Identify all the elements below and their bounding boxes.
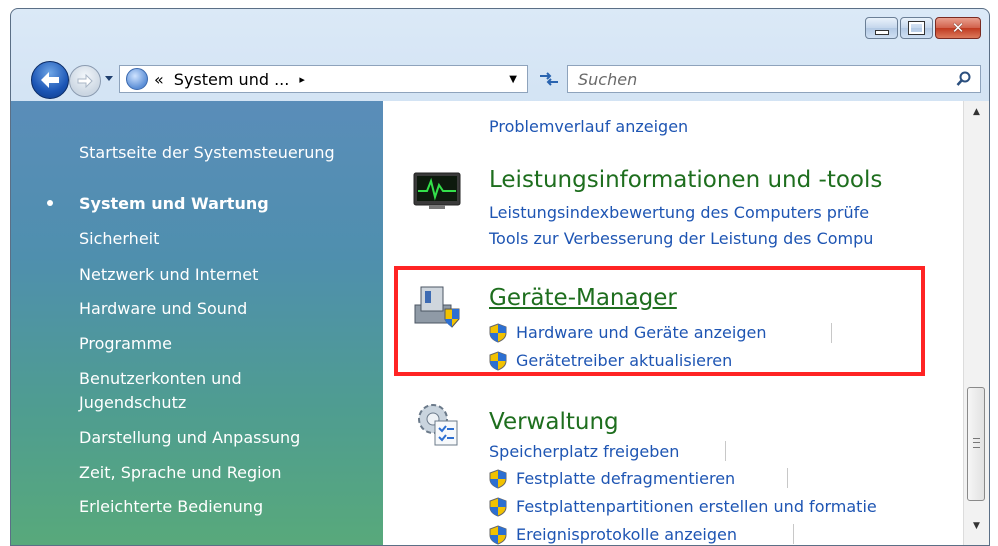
navigation-bar: « System und ... ▸ ▼ Suchen: [11, 59, 989, 101]
maximize-icon: [908, 21, 925, 35]
forward-arrow-icon: [77, 74, 93, 88]
refresh-icon: [540, 72, 558, 86]
category-link[interactable]: Tools zur Verbesserung der Leistung des …: [489, 229, 873, 248]
scroll-down-arrow-icon[interactable]: ▼: [964, 521, 989, 539]
search-icon[interactable]: [956, 71, 972, 87]
performance-monitor-icon: [413, 172, 461, 209]
sidebar-home-link[interactable]: Startseite der Systemsteuerung: [79, 143, 335, 162]
sidebar-item-benutzerkonten[interactable]: Benutzerkonten und: [79, 369, 242, 388]
scrollbar-grip-icon: [973, 438, 980, 448]
category-title-verwaltung[interactable]: Verwaltung: [489, 409, 619, 435]
category-link[interactable]: Speicherplatz freigeben: [489, 442, 679, 461]
sidebar-item-benutzerkonten-line2[interactable]: Jugendschutz: [79, 393, 186, 412]
minimize-icon: [874, 29, 889, 35]
sidebar-item-programme[interactable]: Programme: [79, 334, 172, 353]
category-link[interactable]: Festplatte defragmentieren: [516, 469, 735, 488]
selected-bullet-icon: [47, 200, 53, 206]
category-title-performance[interactable]: Leistungsinformationen und -tools: [489, 167, 882, 193]
link-divider: [725, 441, 726, 461]
highlight-box: [394, 266, 925, 376]
administrative-tools-icon: [418, 404, 458, 446]
refresh-button[interactable]: [532, 65, 566, 93]
sidebar-item-erleichterte-bedienung[interactable]: Erleichterte Bedienung: [79, 497, 263, 516]
scrollbar-thumb[interactable]: [967, 387, 985, 501]
close-button[interactable]: ✕: [935, 17, 981, 39]
sidebar-item-sicherheit[interactable]: Sicherheit: [79, 229, 159, 248]
address-bar[interactable]: « System und ... ▸ ▼: [119, 65, 528, 93]
problem-history-link[interactable]: Problemverlauf anzeigen: [489, 117, 688, 136]
link-divider: [793, 524, 794, 544]
minimize-button[interactable]: [865, 17, 898, 39]
breadcrumb-overflow[interactable]: «: [154, 70, 164, 89]
breadcrumb-location[interactable]: System und ...: [174, 70, 290, 89]
back-arrow-icon: [41, 72, 59, 88]
category-link[interactable]: Leistungsindexbewertung des Computers pr…: [489, 203, 869, 222]
control-panel-icon: [126, 68, 148, 90]
maximize-button[interactable]: [900, 17, 933, 39]
uac-shield-icon: [489, 497, 507, 517]
uac-shield-icon: [489, 469, 507, 489]
back-button[interactable]: [31, 61, 69, 99]
close-icon: ✕: [951, 18, 965, 37]
sidebar-item-system-und-wartung[interactable]: System und Wartung: [79, 194, 269, 213]
uac-shield-icon: [489, 525, 507, 545]
category-link[interactable]: Festplattenpartitionen erstellen und for…: [516, 497, 877, 516]
caption-buttons: ✕: [865, 17, 981, 39]
forward-button[interactable]: [69, 65, 101, 97]
vertical-scrollbar[interactable]: ▲ ▼: [963, 101, 989, 545]
scroll-up-arrow-icon[interactable]: ▲: [964, 107, 989, 125]
search-placeholder: Suchen: [578, 70, 638, 89]
address-dropdown-icon[interactable]: ▼: [509, 74, 517, 85]
sidebar-item-darstellung[interactable]: Darstellung und Anpassung: [79, 428, 300, 447]
link-divider: [787, 468, 788, 488]
recent-pages-dropdown-icon[interactable]: [104, 73, 114, 83]
sidebar: Startseite der Systemsteuerung System un…: [11, 101, 383, 545]
sidebar-item-netzwerk[interactable]: Netzwerk und Internet: [79, 265, 258, 284]
sidebar-item-zeit[interactable]: Zeit, Sprache und Region: [79, 463, 282, 482]
breadcrumb-arrow-icon[interactable]: ▸: [299, 73, 305, 86]
search-input[interactable]: Suchen: [567, 65, 981, 93]
category-link[interactable]: Ereignisprotokolle anzeigen: [516, 525, 737, 544]
sidebar-item-hardware[interactable]: Hardware und Sound: [79, 299, 247, 318]
